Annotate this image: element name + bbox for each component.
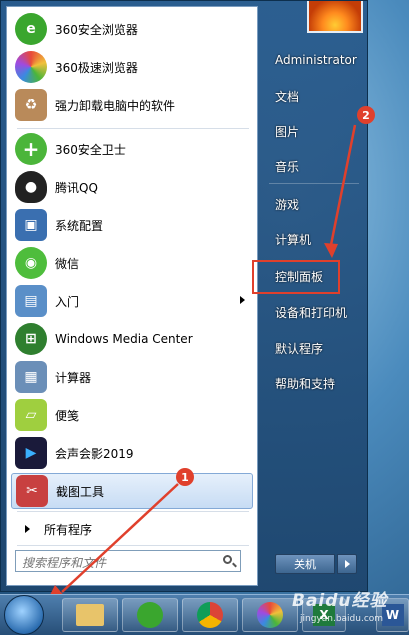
divider [17, 128, 249, 129]
program-360-browser[interactable]: e 360安全浏览器 [11, 11, 253, 47]
control-panel-highlight-box [252, 260, 340, 294]
getting-started-icon: ▤ [15, 285, 47, 317]
program-label: 360安全卫士 [55, 142, 126, 157]
link-default-programs[interactable]: 默认程序 [263, 335, 361, 361]
program-label: 腾讯QQ [55, 180, 98, 195]
program-label: 微信 [55, 256, 80, 271]
program-label: 便笺 [55, 408, 80, 423]
program-getting-started[interactable]: ▤ 入门 [11, 283, 253, 319]
program-qq[interactable]: ● 腾讯QQ [11, 169, 253, 205]
annotation-badge-1: 1 [176, 468, 194, 486]
program-snipping-tool[interactable]: ✂ 截图工具 [11, 473, 253, 509]
program-sticky-notes[interactable]: ▱ 便笺 [11, 397, 253, 433]
link-games[interactable]: 游戏 [263, 191, 361, 217]
link-documents[interactable]: 文档 [263, 83, 361, 109]
360-browser-icon [137, 602, 163, 628]
watermark-logo: Baidu经验 [292, 591, 388, 611]
program-label: 会声会影2019 [55, 446, 134, 461]
program-calculator[interactable]: ▦ 计算器 [11, 359, 253, 395]
program-media-center[interactable]: ⊞ Windows Media Center [11, 321, 253, 357]
watermark-url: jingyan.baidu.com [300, 614, 384, 624]
divider [17, 511, 249, 512]
search-input[interactable] [15, 550, 241, 572]
uninstall-box-icon: ♻ [15, 89, 47, 121]
program-label: Windows Media Center [55, 332, 193, 346]
taskbar-explorer[interactable] [62, 598, 118, 632]
divider [269, 183, 359, 184]
expand-arrow-icon [25, 525, 30, 533]
program-label: 计算器 [55, 370, 92, 385]
all-programs-label: 所有程序 [44, 522, 93, 537]
submenu-arrow-icon[interactable] [240, 296, 245, 304]
link-help-support[interactable]: 帮助和支持 [263, 370, 361, 396]
start-menu: e 360安全浏览器 360极速浏览器 ♻ 强力卸载电脑中的软件 + 360安全… [0, 0, 368, 592]
snipping-tool-icon: ✂ [16, 475, 48, 507]
program-label: 截图工具 [56, 484, 105, 499]
media-center-icon: ⊞ [15, 323, 47, 355]
user-avatar[interactable] [307, 1, 363, 33]
program-system-config[interactable]: ▣ 系统配置 [11, 207, 253, 243]
calculator-icon: ▦ [15, 361, 47, 393]
start-button[interactable] [4, 595, 44, 635]
annotation-badge-2: 2 [357, 106, 375, 124]
folder-icon [76, 604, 104, 626]
shutdown-button[interactable]: 关机 [275, 554, 335, 574]
program-label: 360安全浏览器 [55, 22, 138, 37]
link-pictures[interactable]: 图片 [263, 118, 361, 144]
program-360-speed-browser[interactable]: 360极速浏览器 [11, 49, 253, 85]
wechat-icon: ◉ [15, 247, 47, 279]
link-user[interactable]: Administrator [263, 47, 361, 73]
taskbar-chrome[interactable] [182, 598, 238, 632]
qq-penguin-icon: ● [15, 171, 47, 203]
program-uninstall[interactable]: ♻ 强力卸载电脑中的软件 [11, 87, 253, 123]
taskbar-360-browser[interactable] [122, 598, 178, 632]
program-wechat[interactable]: ◉ 微信 [11, 245, 253, 281]
360-browser-icon: e [15, 13, 47, 45]
sticky-notes-icon: ▱ [15, 399, 47, 431]
search-icon[interactable] [223, 555, 232, 564]
all-programs-button[interactable]: 所有程序 [11, 516, 253, 542]
program-360-guard[interactable]: + 360安全卫士 [11, 131, 253, 167]
program-label: 入门 [55, 294, 80, 309]
program-label: 360极速浏览器 [55, 60, 138, 75]
link-devices-printers[interactable]: 设备和打印机 [263, 299, 361, 325]
program-label: 强力卸载电脑中的软件 [55, 98, 176, 113]
divider [17, 545, 249, 546]
programs-pane: e 360安全浏览器 360极速浏览器 ♻ 强力卸载电脑中的软件 + 360安全… [6, 6, 258, 586]
360-speed-browser-icon [257, 602, 283, 628]
link-computer[interactable]: 计算机 [263, 226, 361, 252]
program-label: 系统配置 [55, 218, 104, 233]
shutdown-options-arrow-icon[interactable] [337, 554, 357, 574]
link-music[interactable]: 音乐 [263, 153, 361, 179]
chrome-icon [197, 602, 223, 628]
taskbar-360-speed-browser[interactable] [242, 598, 298, 632]
videostudio-icon: ▶ [15, 437, 47, 469]
360-speed-browser-icon [15, 51, 47, 83]
system-config-icon: ▣ [15, 209, 47, 241]
program-videostudio[interactable]: ▶ 会声会影2019 [11, 435, 253, 471]
360-guard-icon: + [15, 133, 47, 165]
